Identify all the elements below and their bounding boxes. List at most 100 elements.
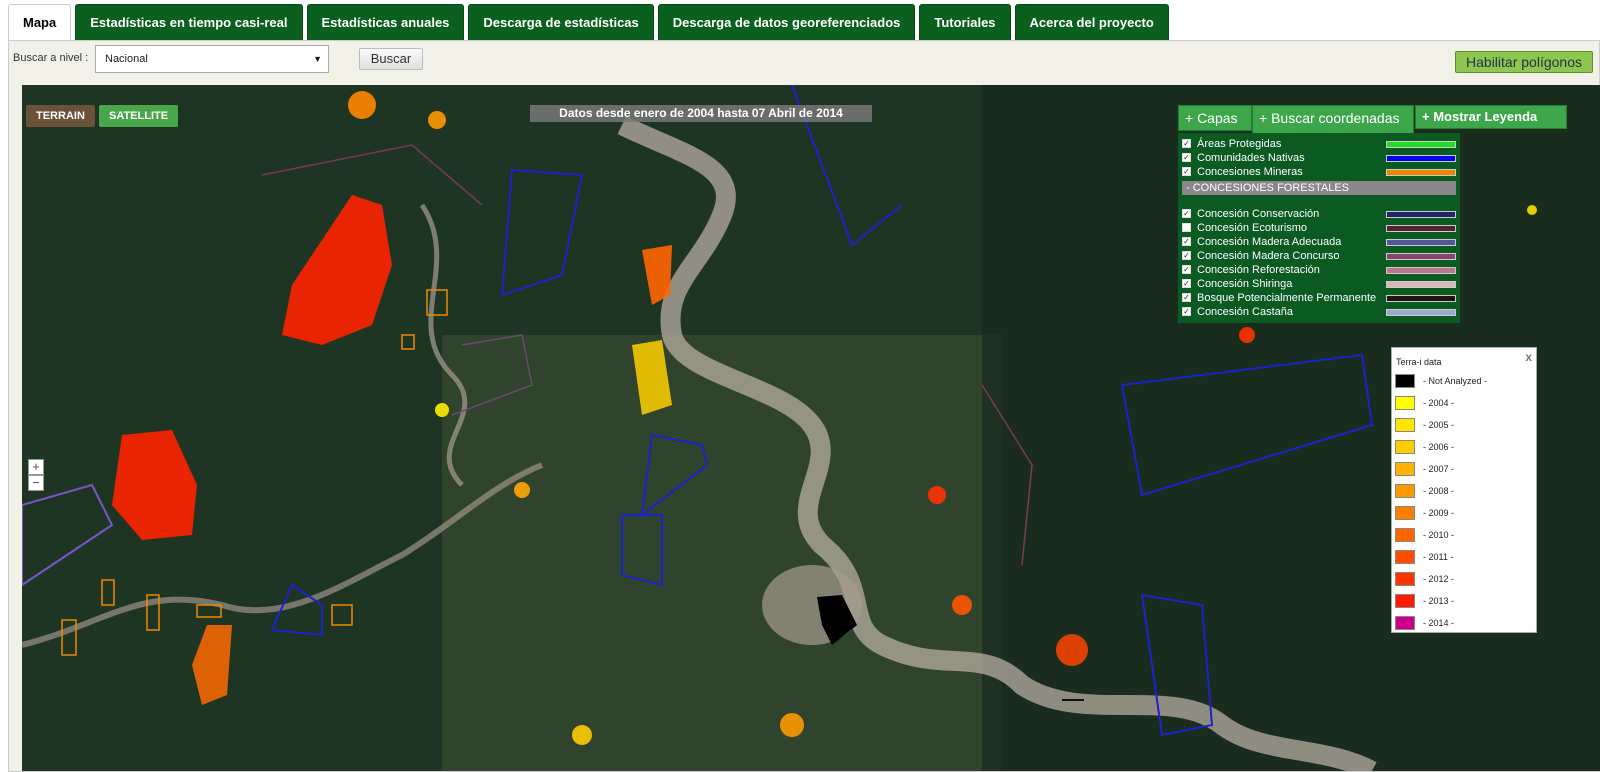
layer-row[interactable]: ✓ Concesión Madera Concurso [1182, 249, 1339, 262]
legend-item: - 2014 - [1395, 616, 1454, 630]
layer-color-swatch [1386, 141, 1456, 148]
layer-label: Concesión Madera Adecuada [1197, 235, 1342, 248]
date-range-banner: Datos desde enero de 2004 hasta 07 Abril… [530, 105, 872, 122]
layer-color-swatch [1386, 225, 1456, 232]
show-legend-button[interactable]: + Mostrar Leyenda [1415, 105, 1567, 129]
checkbox-checked-icon[interactable]: ✓ [1182, 153, 1191, 162]
checkbox-checked-icon[interactable]: ✓ [1182, 209, 1191, 218]
layer-row[interactable]: ✓ Concesión Conservación [1182, 207, 1319, 220]
layer-label: Comunidades Nativas [1197, 151, 1305, 164]
layers-toggle-button[interactable]: + Capas [1178, 105, 1252, 131]
layer-label: Concesiones Mineras [1197, 165, 1303, 178]
map-type-terrain-button[interactable]: TERRAIN [26, 105, 95, 127]
enable-polygons-button[interactable]: Habilitar polígonos [1455, 51, 1593, 73]
level-select[interactable]: Nacional ▼ [95, 45, 329, 73]
legend-label: - 2004 - [1423, 398, 1455, 408]
checkbox-checked-icon[interactable]: ✓ [1182, 265, 1191, 274]
legend-label: - 2012 - [1423, 574, 1455, 584]
legend-item: - 2006 - [1395, 440, 1454, 454]
legend-label: - 2011 - [1423, 552, 1454, 562]
checkbox-checked-icon[interactable]: ✓ [1182, 167, 1191, 176]
zoom-out-button[interactable]: − [28, 475, 44, 491]
legend-label: - 2014 - [1423, 618, 1455, 628]
tab-descarga-datos[interactable]: Descarga de datos georeferenciados [657, 4, 916, 40]
checkbox-checked-icon[interactable]: ✓ [1182, 279, 1191, 288]
layer-color-swatch [1386, 309, 1456, 316]
map-type-satellite-button[interactable]: SATELLITE [99, 105, 179, 127]
zoom-in-button[interactable]: + [28, 459, 44, 475]
tab-acerca[interactable]: Acerca del proyecto [1014, 4, 1169, 40]
layer-label: Concesión Shiringa [1197, 277, 1293, 290]
legend-label: - Not Analyzed - [1423, 376, 1488, 386]
layer-color-swatch [1386, 239, 1456, 246]
legend-item: - 2009 - [1395, 506, 1454, 520]
layer-label: Concesión Reforestación [1197, 263, 1320, 276]
legend-color-swatch [1395, 396, 1415, 410]
legend-color-swatch [1395, 506, 1415, 520]
legend-label: - 2007 - [1423, 464, 1455, 474]
forest-concessions-section[interactable]: - CONCESIONES FORESTALES [1182, 181, 1456, 195]
legend-color-swatch [1395, 374, 1415, 388]
legend-item: - 2012 - [1395, 572, 1454, 586]
layer-row[interactable]: ✓ Bosque Potencialmente Permanente [1182, 291, 1376, 304]
checkbox-unchecked-icon[interactable] [1182, 223, 1191, 232]
layer-label: Concesión Castaña [1197, 305, 1294, 318]
legend-color-swatch [1395, 572, 1415, 586]
caret-down-icon: ▼ [313, 54, 322, 64]
map-panel: Buscar a nivel : Nacional ▼ Buscar Habil… [8, 40, 1600, 772]
layer-label: Bosque Potencialmente Permanente [1197, 291, 1377, 304]
tab-mapa[interactable]: Mapa [8, 4, 72, 40]
layer-row[interactable]: ✓ Concesiones Mineras [1182, 165, 1303, 178]
layer-row[interactable]: ✓ Concesión Madera Adecuada [1182, 235, 1341, 248]
legend-title: Terra-i data [1396, 357, 1442, 367]
layer-row[interactable]: ✓ Áreas Protegidas [1182, 137, 1281, 150]
layer-color-swatch [1386, 155, 1456, 162]
layer-color-swatch [1386, 253, 1456, 260]
checkbox-checked-icon[interactable]: ✓ [1182, 139, 1191, 148]
legend-item: - 2005 - [1395, 418, 1454, 432]
legend-color-swatch [1395, 484, 1415, 498]
layer-color-swatch [1386, 169, 1456, 176]
layers-panel: ✓ Áreas Protegidas ✓ Comunidades Nativas ✓… [1178, 133, 1460, 323]
tab-estadisticas-tiempo-real[interactable]: Estadísticas en tiempo casi-real [75, 4, 303, 40]
legend-label: - 2013 - [1423, 596, 1455, 606]
terra-i-legend: Terra-i data x - Not Analyzed - - 2004 -… [1391, 347, 1537, 633]
checkbox-checked-icon[interactable]: ✓ [1182, 237, 1191, 246]
checkbox-checked-icon[interactable]: ✓ [1182, 307, 1191, 316]
close-icon[interactable]: x [1525, 350, 1532, 364]
legend-label: - 2005 - [1423, 420, 1455, 430]
layer-color-swatch [1386, 267, 1456, 274]
layer-row[interactable]: Concesión Ecoturismo [1182, 221, 1307, 234]
tab-estadisticas-anuales[interactable]: Estadísticas anuales [306, 4, 465, 40]
legend-label: - 2010 - [1423, 530, 1455, 540]
layer-color-swatch [1386, 211, 1456, 218]
layer-row[interactable]: ✓ Concesión Castaña [1182, 305, 1293, 318]
layer-label: Concesión Madera Concurso [1197, 249, 1340, 262]
layer-row[interactable]: ✓ Concesión Shiringa [1182, 277, 1292, 290]
legend-color-swatch [1395, 550, 1415, 564]
legend-label: - 2008 - [1423, 486, 1455, 496]
layer-color-swatch [1386, 295, 1456, 302]
checkbox-checked-icon[interactable]: ✓ [1182, 251, 1191, 260]
layer-row[interactable]: ✓ Concesión Reforestación [1182, 263, 1320, 276]
legend-item: - 2007 - [1395, 462, 1454, 476]
legend-color-swatch [1395, 528, 1415, 542]
search-button[interactable]: Buscar [359, 48, 423, 70]
legend-color-swatch [1395, 440, 1415, 454]
legend-item: - 2011 - [1395, 550, 1453, 564]
legend-label: - 2009 - [1423, 508, 1455, 518]
main-tabs: Mapa Estadísticas en tiempo casi-real Es… [8, 4, 1169, 40]
tab-descarga-estadisticas[interactable]: Descarga de estadísticas [468, 4, 654, 40]
checkbox-checked-icon[interactable]: ✓ [1182, 293, 1191, 302]
layer-row[interactable]: ✓ Comunidades Nativas [1182, 151, 1305, 164]
legend-item: - 2004 - [1395, 396, 1454, 410]
legend-item: - Not Analyzed - [1395, 374, 1487, 388]
legend-color-swatch [1395, 418, 1415, 432]
tab-tutoriales[interactable]: Tutoriales [919, 4, 1011, 40]
map-canvas[interactable]: TERRAIN SATELLITE Datos desde enero de 2… [22, 85, 1600, 771]
level-label: Buscar a nivel : [13, 52, 89, 64]
scale-bar [1062, 699, 1084, 701]
legend-color-swatch [1395, 462, 1415, 476]
layer-label: Concesión Ecoturismo [1197, 221, 1308, 234]
layer-label: Áreas Protegidas [1197, 137, 1282, 150]
